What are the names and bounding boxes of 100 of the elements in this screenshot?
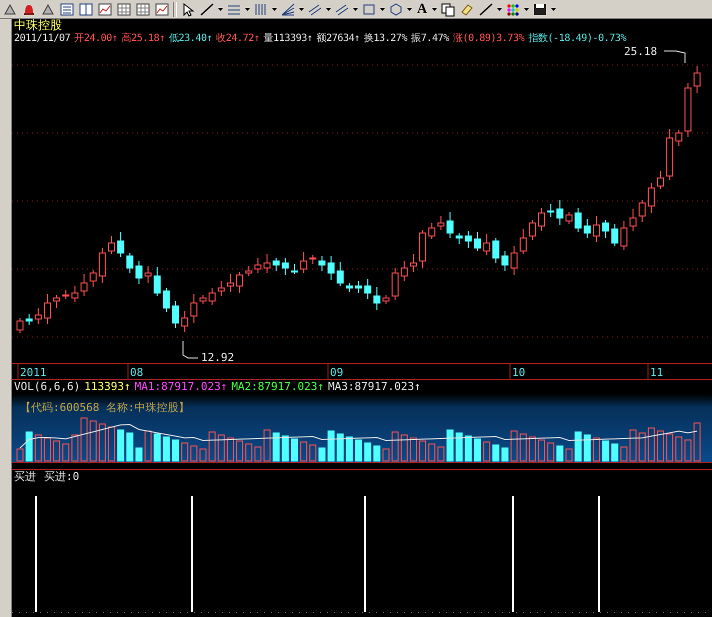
candlestick (309, 254, 316, 264)
candlestick (108, 236, 115, 254)
leader-line (664, 50, 686, 64)
candlestick (520, 228, 527, 254)
candlestick (200, 294, 206, 304)
quote-field: 指数(-18.49)-0.73% (528, 32, 626, 45)
candlestick (483, 234, 490, 256)
candlestick (602, 220, 610, 238)
candlestick (675, 130, 682, 146)
grid-icon[interactable] (135, 2, 151, 16)
line-icon[interactable] (478, 2, 494, 16)
quote-field: 涨(0.89)3.73% (452, 32, 524, 45)
candlestick (501, 250, 508, 272)
candlestick (620, 220, 628, 250)
candlestick (117, 232, 124, 258)
candlestick (446, 212, 454, 238)
candlestick (126, 252, 134, 274)
candlestick (71, 286, 78, 302)
candlestick (364, 278, 372, 300)
candlestick (62, 290, 70, 300)
candlestick (528, 220, 536, 240)
parallel-lines-icon[interactable] (307, 2, 323, 16)
candlestick (657, 170, 664, 190)
candlestick (474, 232, 481, 252)
candlestick (382, 294, 390, 304)
candlestick (538, 208, 546, 232)
candlestick (208, 288, 216, 306)
candlestick (254, 258, 262, 274)
candlestick (400, 260, 408, 282)
text-tool-button[interactable]: A (415, 2, 430, 16)
candlestick (291, 264, 298, 274)
line-icon[interactable] (199, 2, 215, 16)
stock-info: 【代码:600568 名称:中珠控股】 (20, 400, 190, 415)
indicator-title: VOL(6,6,6) (14, 380, 80, 394)
hexagon-icon[interactable] (388, 2, 404, 16)
x-axis-label: 2011 (20, 366, 46, 379)
candlestick (144, 266, 152, 284)
chart-icon[interactable] (97, 2, 113, 16)
candlestick (666, 128, 674, 180)
eraser-icon[interactable] (459, 2, 476, 16)
candlestick (34, 308, 42, 324)
quote-field: 开24.00↑ (74, 32, 118, 45)
x-axis-label: 11 (650, 366, 664, 379)
candlestick (282, 258, 289, 276)
candlestick (355, 280, 362, 294)
quote-field: 高25.18↑ (122, 32, 165, 45)
candlestick (410, 254, 417, 272)
quote-field: 低23.40↑ (168, 32, 212, 45)
low-price-label: 12.92 (201, 351, 234, 363)
chart-icon[interactable] (154, 2, 170, 16)
candlestick (566, 212, 572, 224)
save-icon[interactable] (532, 2, 548, 16)
candlestick (264, 254, 271, 274)
list-icon[interactable] (59, 2, 75, 16)
candlestick (245, 266, 252, 276)
grid-icon[interactable] (116, 2, 132, 16)
indicator-value: MA2:87917.023↑ (231, 380, 324, 394)
quote-date: 2011/11/07 (14, 32, 70, 45)
candlestick (694, 66, 701, 94)
x-axis-label: 10 (512, 366, 526, 379)
candlestick (328, 256, 335, 280)
candlestick (16, 318, 24, 334)
parallel-lines-icon[interactable] (334, 2, 350, 16)
candlestick (336, 262, 344, 286)
leader-line (182, 340, 198, 358)
candlestick (162, 288, 170, 312)
candlestick (53, 294, 60, 308)
copy-icon[interactable] (440, 2, 456, 16)
candlestick (419, 230, 426, 268)
candlestick (80, 274, 88, 296)
candlestick (492, 238, 500, 264)
quote-field: 振7.47% (411, 32, 449, 45)
candlestick (181, 310, 188, 332)
candlestick (392, 268, 399, 300)
candlestick (226, 274, 234, 292)
x-axis-label: 08 (130, 366, 144, 379)
candlestick (584, 218, 591, 238)
high-price-label: 25.18 (624, 45, 658, 58)
rectangle-icon[interactable] (361, 2, 377, 16)
candlestick (154, 266, 161, 296)
signal-title: 买进 (14, 470, 36, 484)
signal-value: 买进:0 (44, 470, 80, 484)
candlestick (44, 294, 51, 324)
candlestick (592, 216, 600, 242)
candlestick (556, 200, 564, 226)
indicator-value: MA3:87917.023↑ (328, 380, 421, 394)
candlestick (272, 258, 280, 272)
indicator-value: MA1:87917.023↑ (134, 380, 228, 394)
candlestick (373, 286, 380, 310)
candlestick (172, 300, 180, 328)
candlestick (510, 246, 518, 276)
fan-lines-icon[interactable] (280, 2, 296, 16)
color-palette-icon[interactable] (505, 2, 522, 16)
quote-field: 换13.27% (364, 32, 408, 45)
candlestick (218, 280, 225, 296)
candlestick (437, 216, 444, 230)
candlestick (346, 282, 353, 292)
candlestick (98, 248, 106, 284)
indicator-value: 113393↑ (84, 380, 131, 394)
columns-icon[interactable] (78, 2, 94, 16)
